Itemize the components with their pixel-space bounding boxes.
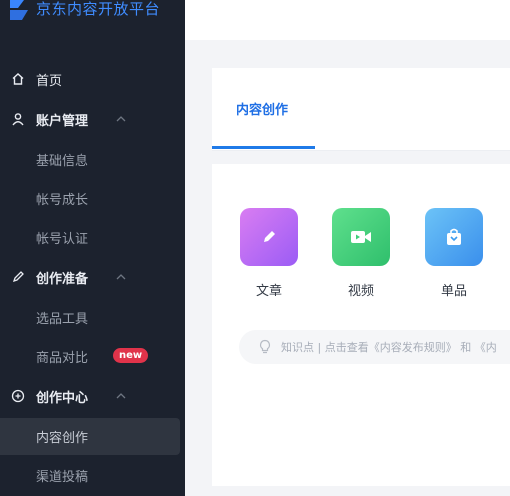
sidebar: 京东内容开放平台 首页 账户管理 基础信息 帐号成长 帐号认证 创作准备 选品工… bbox=[0, 0, 185, 496]
tab-bar: 内容创作 bbox=[212, 68, 510, 151]
home-icon bbox=[11, 72, 25, 86]
sidebar-item-channel-submit[interactable]: 渠道投稿 bbox=[0, 458, 185, 492]
sidebar-item-account-growth[interactable]: 帐号成长 bbox=[0, 181, 185, 215]
logo[interactable]: 京东内容开放平台 bbox=[0, 0, 185, 30]
video-icon bbox=[332, 208, 390, 266]
sidebar-item-home[interactable]: 首页 bbox=[0, 62, 185, 96]
sidebar-item-product-tool[interactable]: 选品工具 bbox=[0, 300, 185, 334]
sidebar-item-basic-info[interactable]: 基础信息 bbox=[0, 142, 185, 176]
content-type-label: 文章 bbox=[255, 284, 282, 299]
chevron-up-icon[interactable] bbox=[115, 390, 127, 402]
sidebar-item-label: 账户管理 bbox=[36, 113, 89, 129]
user-icon bbox=[11, 112, 25, 126]
top-bar bbox=[185, 0, 510, 40]
sidebar-item-label: 创作准备 bbox=[36, 271, 89, 287]
content-type-product[interactable]: 单品 bbox=[424, 208, 484, 299]
sidebar-item-label: 商品对比 bbox=[36, 350, 89, 366]
sidebar-group-creation-prep[interactable]: 创作准备 bbox=[0, 260, 185, 294]
content-type-label: 单品 bbox=[440, 284, 467, 299]
tab-content-creation[interactable]: 内容创作 bbox=[236, 99, 288, 118]
sidebar-item-label: 帐号认证 bbox=[36, 231, 89, 247]
tip-text[interactable]: 知识点 | 点击查看《内容发布规则》 和 《内 bbox=[281, 339, 497, 355]
content-type-label: 视频 bbox=[347, 284, 374, 299]
tip-bar: 知识点 | 点击查看《内容发布规则》 和 《内 bbox=[239, 330, 510, 364]
sidebar-item-label: 选品工具 bbox=[36, 311, 89, 327]
sidebar-group-account[interactable]: 账户管理 bbox=[0, 102, 185, 136]
pen-icon bbox=[11, 270, 25, 284]
new-badge: new bbox=[113, 348, 149, 363]
sidebar-item-label: 渠道投稿 bbox=[36, 469, 89, 485]
logo-text: 京东内容开放平台 bbox=[36, 0, 161, 18]
lightbulb-icon bbox=[259, 339, 271, 354]
sidebar-item-label: 基础信息 bbox=[36, 153, 89, 169]
article-icon bbox=[240, 208, 298, 266]
sidebar-item-label: 首页 bbox=[36, 73, 63, 89]
create-center-icon bbox=[11, 389, 25, 403]
content-panel: 文章 视频 单品 知识点 | 点击查看《内容发布规则》 和 《内 bbox=[212, 164, 510, 486]
chevron-up-icon[interactable] bbox=[115, 271, 127, 283]
active-tab-indicator bbox=[212, 146, 315, 149]
sidebar-item-product-compare[interactable]: 商品对比 new bbox=[0, 339, 185, 373]
sidebar-item-account-verify[interactable]: 帐号认证 bbox=[0, 220, 185, 254]
sidebar-item-label: 创作中心 bbox=[36, 390, 89, 406]
sidebar-group-creation-center[interactable]: 创作中心 bbox=[0, 379, 185, 413]
content-type-article[interactable]: 文章 bbox=[239, 208, 299, 299]
sidebar-item-label: 帐号成长 bbox=[36, 192, 89, 208]
logo-mark-icon bbox=[10, 0, 28, 20]
chevron-up-icon[interactable] bbox=[115, 113, 127, 125]
content-type-video[interactable]: 视频 bbox=[331, 208, 391, 299]
sidebar-item-label: 内容创作 bbox=[36, 431, 89, 446]
sidebar-item-content-creation[interactable]: 内容创作 bbox=[0, 418, 180, 455]
product-bag-icon bbox=[425, 208, 483, 266]
